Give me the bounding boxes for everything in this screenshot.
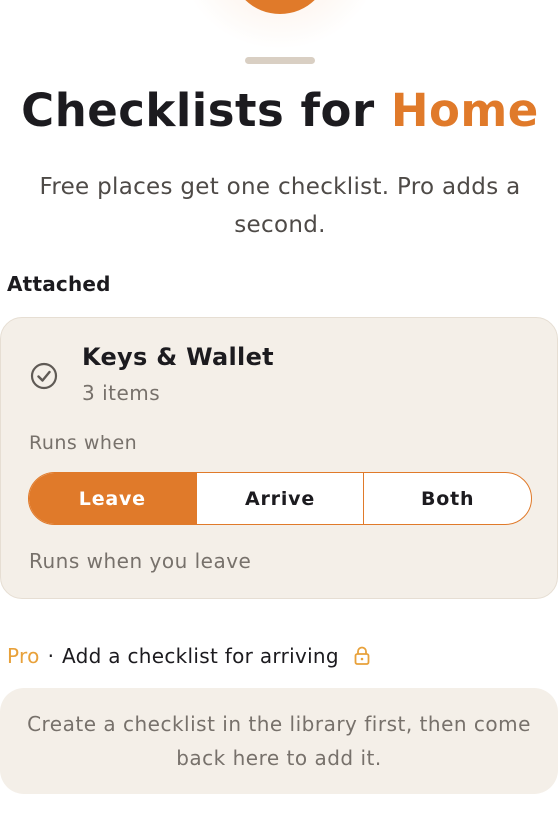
empty-library-message: Create a checklist in the library first,…: [0, 688, 558, 794]
runs-when-label: Runs when: [29, 432, 138, 454]
checklists-sheet: Checklists for Home Free places get one …: [0, 0, 560, 819]
runs-when-segmented-control: Leave Arrive Both: [28, 472, 532, 525]
pro-add-checklist-label: Add a checklist for arriving: [62, 644, 339, 668]
checklist-name: Keys & Wallet: [82, 343, 274, 371]
lock-icon: [354, 646, 370, 665]
page-subtitle: Free places get one checklist. Pro adds …: [39, 174, 521, 238]
pro-badge: Pro: [7, 644, 40, 668]
segment-arrive[interactable]: Arrive: [195, 473, 364, 524]
attached-section-label: Attached: [7, 272, 111, 296]
runs-when-note: Runs when you leave: [29, 549, 252, 573]
pro-add-checklist-row: Pro · Add a checklist for arriving: [7, 644, 371, 668]
sheet-drag-handle[interactable]: [245, 57, 315, 64]
checklist-item-count: 3 items: [82, 381, 161, 405]
segment-both[interactable]: Both: [363, 473, 531, 524]
pro-separator: ·: [47, 644, 54, 668]
page-title: Checklists for Home: [0, 84, 560, 137]
title-place-name: Home: [390, 84, 539, 137]
checkmark-circle-icon: [30, 362, 58, 390]
title-prefix: Checklists for: [21, 84, 391, 137]
segment-leave[interactable]: Leave: [29, 473, 196, 524]
